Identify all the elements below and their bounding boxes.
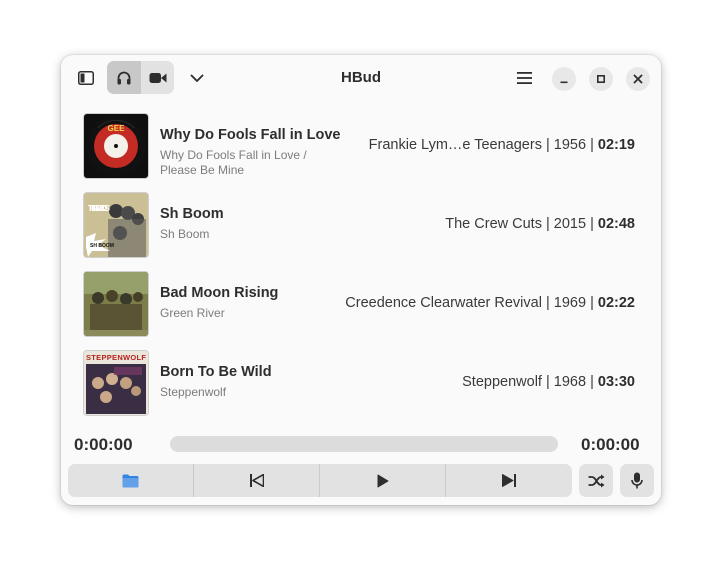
shuffle-icon [588, 474, 604, 487]
skip-next-icon [501, 474, 516, 487]
album-cover: THE CREW CUTS SH BOOM [83, 192, 149, 258]
close-button[interactable] [626, 67, 650, 91]
previous-track-button[interactable] [194, 464, 319, 497]
track-title: Sh Boom [160, 206, 224, 222]
separator: | [590, 295, 594, 311]
separator: | [590, 137, 594, 153]
track-meta: Creedence Clearwater Revival | 1969 | 02… [345, 295, 635, 311]
track-year: 1956 [553, 137, 587, 153]
steppenwolf-cover-image: STEPPENWOLF [84, 351, 148, 415]
track-meta: Steppenwolf | 1968 | 03:30 [462, 374, 635, 390]
track-duration: 02:19 [597, 137, 635, 153]
microphone-icon [631, 472, 643, 489]
playback-controls [68, 464, 572, 497]
shuffle-button[interactable] [579, 464, 613, 497]
track-title: Born To Be Wild [160, 364, 272, 380]
track-album: Green River [160, 306, 225, 320]
open-folder-button[interactable] [68, 464, 193, 497]
progress-bar[interactable] [170, 436, 558, 452]
track-meta: The Crew Cuts | 2015 | 02:48 [445, 216, 635, 232]
separator: | [590, 374, 594, 390]
list-item[interactable]: THE CREW CUTS SH BOOM Sh Boom Sh Boom Th… [83, 192, 639, 258]
cover-label: GEE [108, 124, 126, 133]
maximize-button[interactable] [589, 67, 613, 91]
track-album: Steppenwolf [160, 385, 227, 399]
microphone-button[interactable] [620, 464, 654, 497]
track-artist: Creedence Clearwater Revival [345, 295, 542, 311]
minimize-icon [560, 81, 568, 84]
green-river-cover-image [84, 272, 148, 336]
minimize-button[interactable] [552, 67, 576, 91]
track-duration: 02:22 [597, 295, 635, 311]
play-icon [377, 474, 388, 487]
separator: | [545, 137, 550, 153]
track-artist: Frankie Lym…e Teenagers [368, 137, 542, 153]
remaining-time: 0:00:00 [581, 435, 640, 454]
cover-label: THE CREW CUTS [88, 204, 111, 213]
track-meta: Frankie Lym…e Teenagers | 1956 | 02:19 [369, 137, 635, 153]
cover-label: STEPPENWOLF [86, 353, 146, 362]
album-cover: GEE [83, 113, 149, 179]
track-title: Bad Moon Rising [160, 285, 279, 301]
track-year: 2015 [553, 216, 587, 232]
track-artist: The Crew Cuts [445, 216, 542, 232]
elapsed-time: 0:00:00 [74, 435, 133, 454]
maximize-icon [596, 74, 606, 84]
skip-previous-icon [249, 474, 264, 487]
separator: | [590, 216, 594, 232]
play-button[interactable] [320, 464, 445, 497]
track-year: 1969 [553, 295, 587, 311]
track-album: Sh Boom [160, 227, 210, 241]
vinyl-record-image: GEE [86, 116, 146, 176]
next-track-button[interactable] [446, 464, 571, 497]
crew-cuts-cover-image: THE CREW CUTS SH BOOM [84, 193, 148, 257]
list-item[interactable]: Bad Moon Rising Green River Creedence Cl… [83, 271, 639, 337]
folder-icon [122, 474, 139, 487]
separator: | [545, 295, 550, 311]
track-artist: Steppenwolf [462, 374, 542, 390]
close-icon [633, 74, 643, 84]
track-album: Why Do Fools Fall in Love / Please Be Mi… [160, 148, 307, 177]
app-window: HBud GEE Why Do Fools Fall in Love Why D… [61, 55, 661, 505]
track-duration: 03:30 [597, 374, 635, 390]
separator: | [545, 374, 550, 390]
list-item[interactable]: STEPPENWOLF Born To Be Wild Steppenwolf … [83, 350, 639, 416]
separator: | [545, 216, 550, 232]
list-item[interactable]: GEE Why Do Fools Fall in Love Why Do Foo… [83, 113, 639, 179]
main-menu-button[interactable] [511, 65, 537, 91]
header-bar: HBud [61, 55, 661, 101]
album-cover: STEPPENWOLF [83, 350, 149, 416]
track-duration: 02:48 [597, 216, 635, 232]
track-title: Why Do Fools Fall in Love [160, 127, 341, 143]
album-cover [83, 271, 149, 337]
track-year: 1968 [553, 374, 587, 390]
cover-sticker: SH BOOM [90, 243, 114, 249]
hamburger-menu-icon [516, 72, 532, 84]
